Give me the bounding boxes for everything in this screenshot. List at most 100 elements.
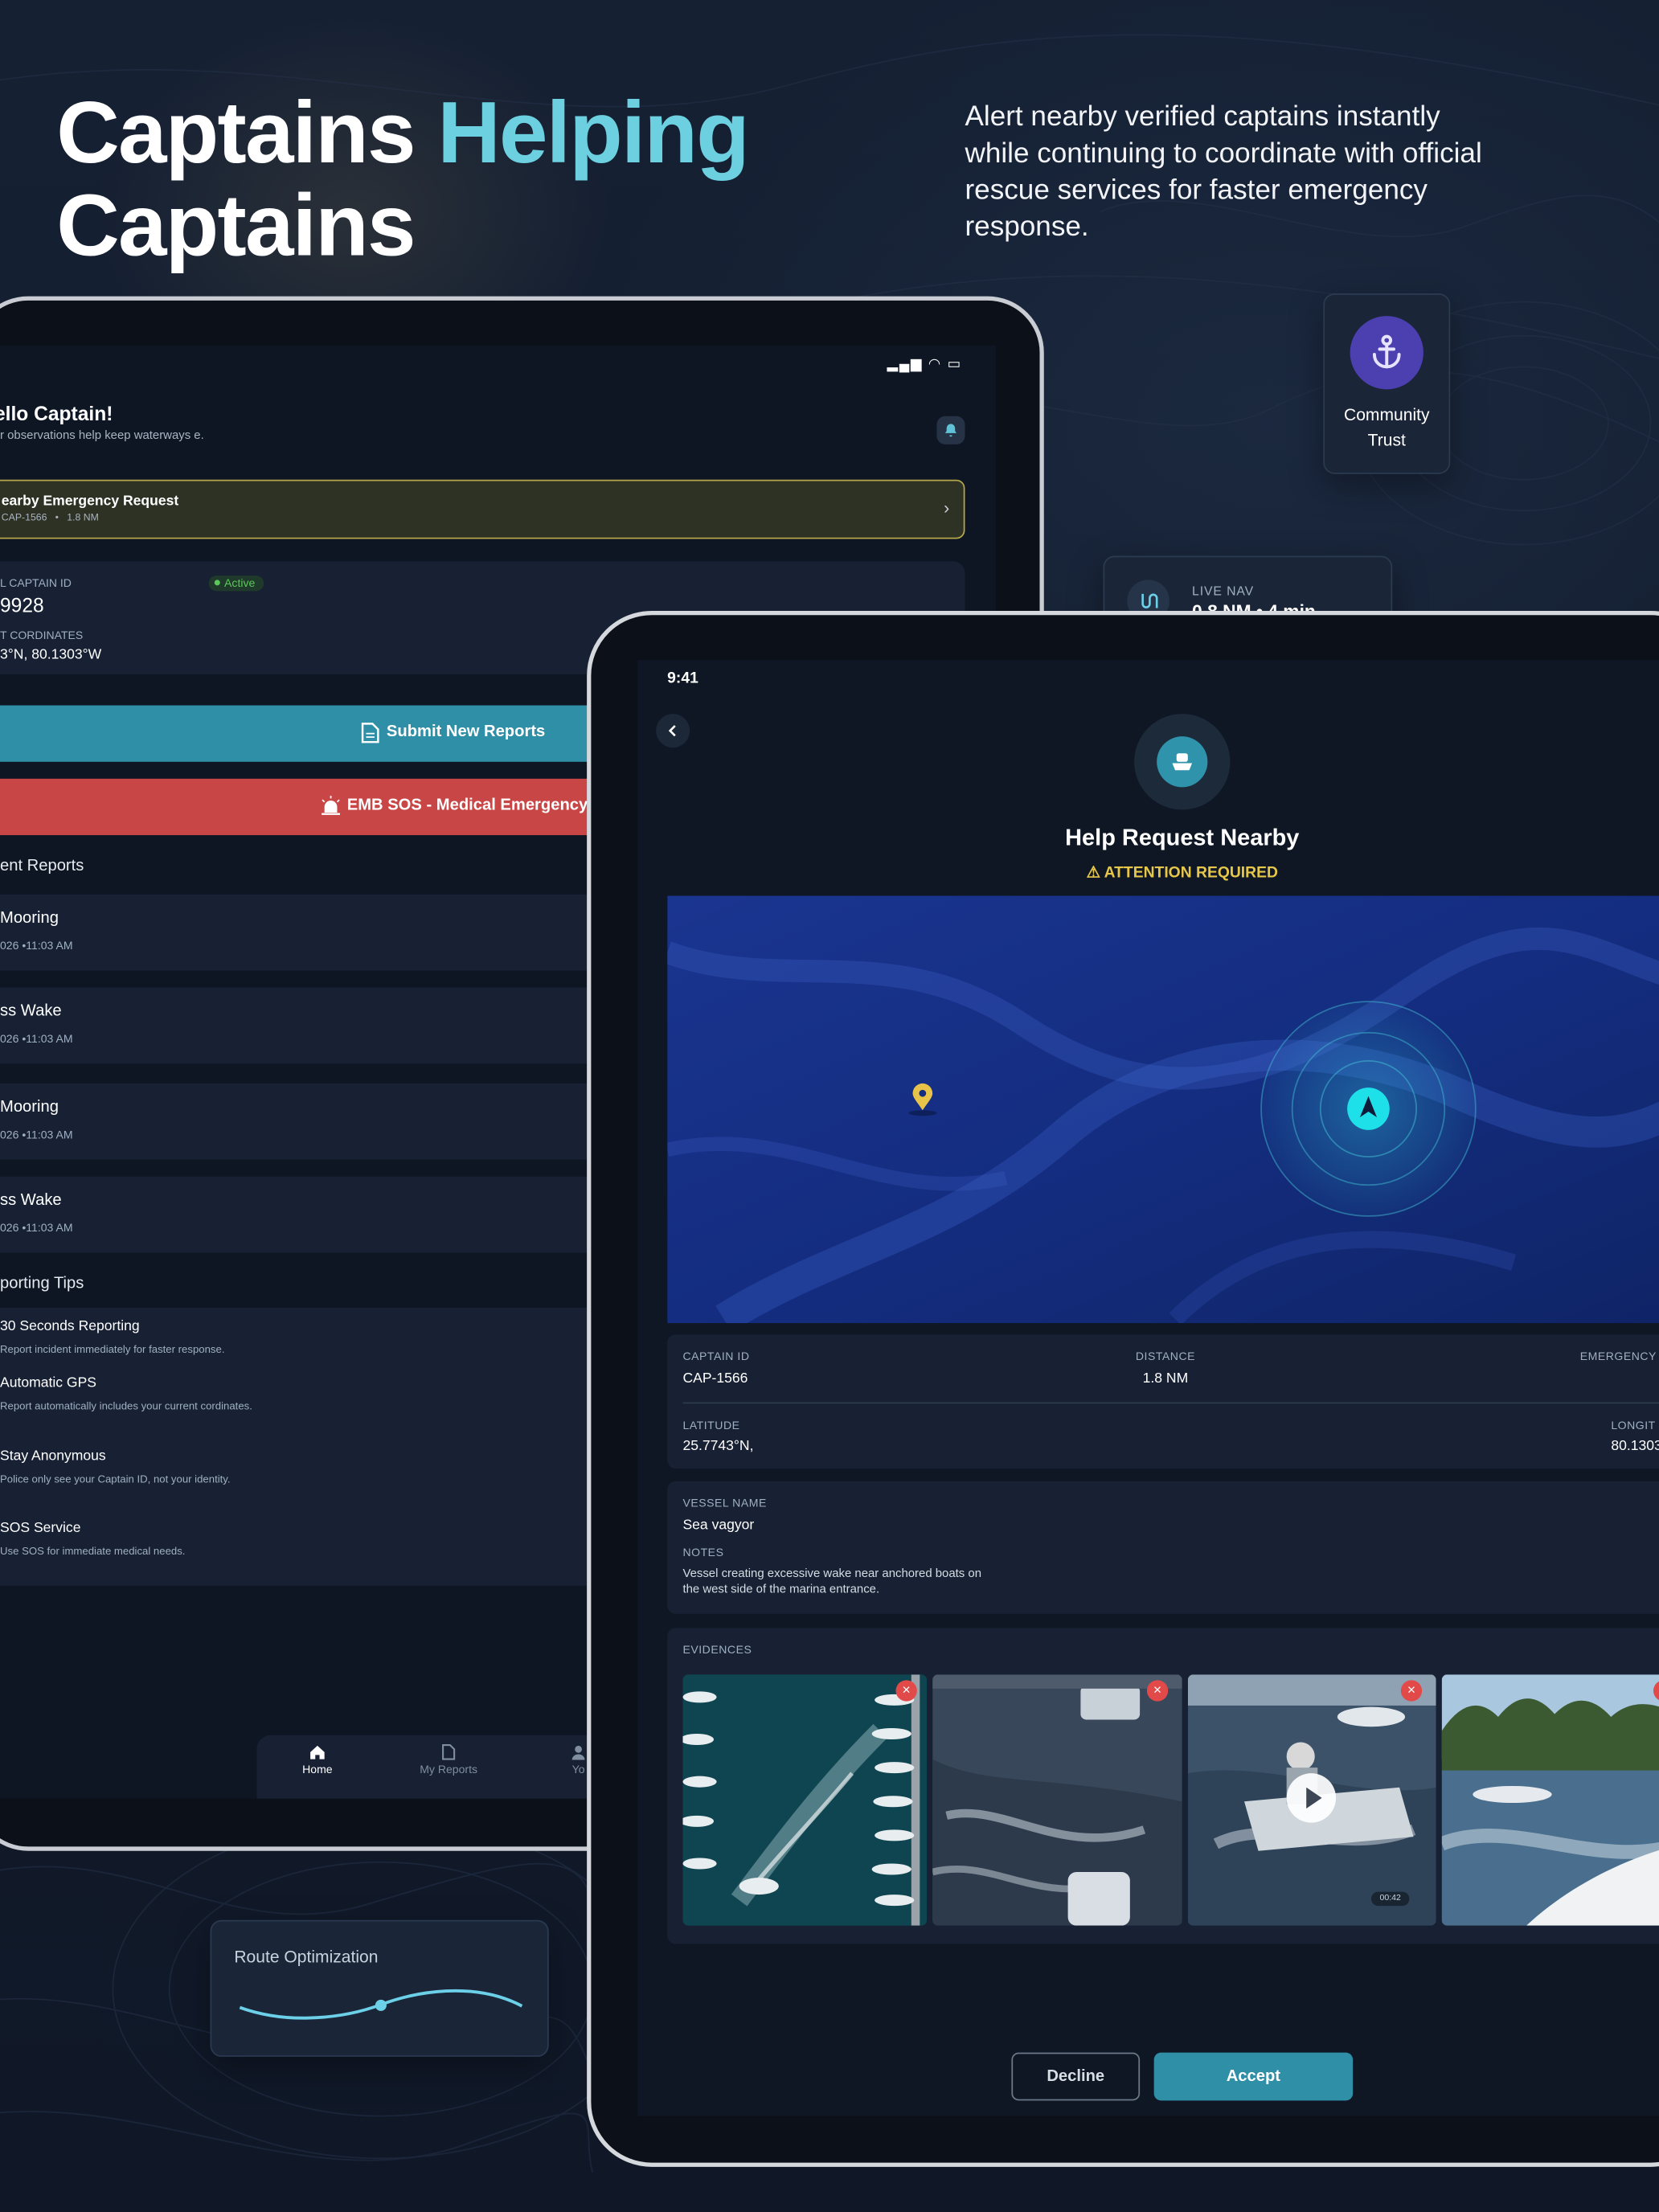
tip-description: Police only see your Captain ID, not you… [0, 1473, 231, 1486]
evidence-thumbnail[interactable]: × [682, 1674, 928, 1926]
captain-id-label: L CAPTAIN ID [0, 576, 72, 590]
siren-icon [322, 795, 340, 815]
status-badge-text: Active [224, 576, 256, 590]
notes-label: NOTES [682, 1546, 724, 1559]
coordinates-label: T CORDINATES [0, 629, 84, 642]
satellite-map[interactable] [667, 895, 1659, 1324]
evidence-thumbnail[interactable]: 00:42 × [1187, 1674, 1436, 1926]
emergency-banner-meta: CAP-1566 • 1.8 NM [1, 513, 99, 524]
notification-bell-icon[interactable] [936, 416, 965, 444]
tip-title: Stay Anonymous [0, 1448, 106, 1464]
distance-label: DISTANCE [1135, 1350, 1196, 1363]
tab-my-reports[interactable]: My Reports [406, 1743, 490, 1776]
page-title: Help Request Nearby [1065, 825, 1300, 851]
route-curve-graphic [239, 1989, 523, 2020]
remove-evidence-button[interactable]: × [1146, 1680, 1169, 1702]
boat-icon [1172, 753, 1193, 771]
report-title: Mooring [0, 910, 59, 928]
play-icon [1306, 1787, 1322, 1809]
report-title: ss Wake [0, 1002, 62, 1020]
boat-icon-badge [1134, 714, 1231, 810]
decline-button[interactable]: Decline [1011, 2052, 1141, 2101]
captain-id-value: CAP-1566 [682, 1370, 748, 1387]
tab-profile-label: Yo [571, 1763, 585, 1776]
status-bar-icons: ▂▄▆ ◠ ▭ [887, 357, 962, 373]
longitude-label: LONGIT [1611, 1419, 1656, 1432]
remove-evidence-button[interactable]: × [895, 1680, 917, 1702]
notes-value: Vessel creating excessive wake near anch… [682, 1566, 982, 1596]
report-meta: 026 •11:03 AM [0, 1129, 73, 1141]
route-optimization-card: Route Optimization [210, 1919, 549, 2057]
tip-title: SOS Service [0, 1520, 81, 1537]
community-trust-card: Community Trust [1323, 293, 1451, 474]
marketing-canvas: Captains Helping Captains Alert nearby v… [0, 0, 1659, 2212]
emergency-type-label: EMERGENCY T [1579, 1350, 1659, 1363]
report-meta: 026 •11:03 AM [0, 939, 73, 952]
attention-text: ATTENTION REQUIRED [1104, 864, 1278, 882]
recent-reports-heading: ent Reports [0, 858, 84, 875]
tab-home-label: Home [302, 1763, 333, 1776]
vessel-details-card: VESSEL NAME Sea vagyor NOTES Vessel crea… [667, 1481, 1659, 1614]
chevron-left-icon [668, 725, 676, 737]
live-nav-label: LIVE NAV [1192, 584, 1255, 599]
report-meta: 026 •11:03 AM [0, 1032, 73, 1046]
hero-title-white: Captains [56, 84, 416, 182]
divider [682, 1402, 1659, 1404]
chevron-right-icon: › [944, 498, 950, 518]
coordinates-value: 3°N, 80.1303°W [0, 647, 102, 663]
captain-id-value: 9928 [0, 593, 44, 616]
person-icon [571, 1745, 585, 1760]
tip-description: Report automatically includes your curre… [0, 1399, 252, 1412]
latitude-label: LATITUDE [682, 1419, 740, 1432]
attention-badge: ⚠ ATTENTION REQUIRED [1041, 863, 1323, 882]
back-button[interactable] [656, 714, 690, 748]
hero-title-line2: Captains [56, 178, 416, 276]
greeting-subtitle: r observations help keep waterways e. [0, 427, 204, 442]
emergency-banner-title: earby Emergency Request [1, 494, 179, 510]
hero-title-accent: Helping [437, 84, 749, 182]
play-button[interactable] [1286, 1773, 1337, 1823]
hero-subtitle: Alert nearby verified captains instantly… [965, 101, 1482, 243]
home-icon [310, 1745, 325, 1759]
video-duration: 00:42 [1370, 1891, 1410, 1907]
longitude-value: 80.1303 [1611, 1439, 1659, 1455]
status-badge: Active [208, 576, 264, 592]
latitude-value: 25.7743°N, [682, 1439, 754, 1455]
remove-evidence-button[interactable]: × [1400, 1680, 1423, 1702]
report-title: Mooring [0, 1099, 59, 1116]
captain-details-card: CAPTAIN ID CAP-1566 DISTANCE 1.8 NM EMER… [667, 1334, 1659, 1469]
vessel-name-value: Sea vagyor [682, 1518, 755, 1534]
document-icon [361, 723, 379, 743]
warning-icon: ⚠ [1086, 864, 1100, 882]
reporting-tips-heading: porting Tips [0, 1275, 84, 1292]
nearby-emergency-banner[interactable]: earby Emergency Request CAP-1566 • 1.8 N… [0, 479, 965, 539]
greeting-title: ello Captain! [0, 402, 113, 425]
submit-report-label: Submit New Reports [386, 723, 546, 741]
document-icon [442, 1744, 456, 1760]
accept-button[interactable]: Accept [1153, 2052, 1354, 2101]
tip-title: 30 Seconds Reporting [0, 1319, 140, 1335]
tip-description: Use SOS for immediate medical needs. [0, 1544, 186, 1558]
community-trust-label: Community Trust [1325, 402, 1448, 453]
tip-title: Automatic GPS [0, 1375, 96, 1391]
evidence-thumbnail[interactable]: × [932, 1674, 1182, 1926]
route-optimization-label: Route Optimization [234, 1947, 379, 1967]
tip-description: Report incident immediately for faster r… [0, 1342, 225, 1356]
report-title: ss Wake [0, 1192, 62, 1210]
community-trust-line1: Community [1344, 404, 1430, 425]
emergency-banner-distance: 1.8 NM [67, 513, 99, 524]
sos-button-label: EMB SOS - Medical Emergency [346, 797, 588, 814]
help-request-screen: 9:41 Help Request Nearby ⚠ ATTENTION REQ… [637, 660, 1659, 2116]
vessel-name-label: VESSEL NAME [682, 1497, 767, 1509]
anchor-icon [1350, 316, 1423, 390]
evidence-thumbnail[interactable]: × [1441, 1674, 1659, 1926]
evidences-label: EVIDENCES [682, 1643, 752, 1657]
distance-value: 1.8 NM [1142, 1370, 1189, 1387]
report-meta: 026 •11:03 AM [0, 1221, 73, 1235]
tab-home[interactable]: Home [275, 1743, 359, 1776]
community-trust-line2: Trust [1367, 430, 1406, 450]
hero-title: Captains Helping Captains [56, 87, 749, 276]
status-bar-time: 9:41 [667, 670, 698, 687]
emergency-banner-captain: CAP-1566 [1, 513, 47, 524]
captain-id-label: CAPTAIN ID [682, 1350, 750, 1363]
